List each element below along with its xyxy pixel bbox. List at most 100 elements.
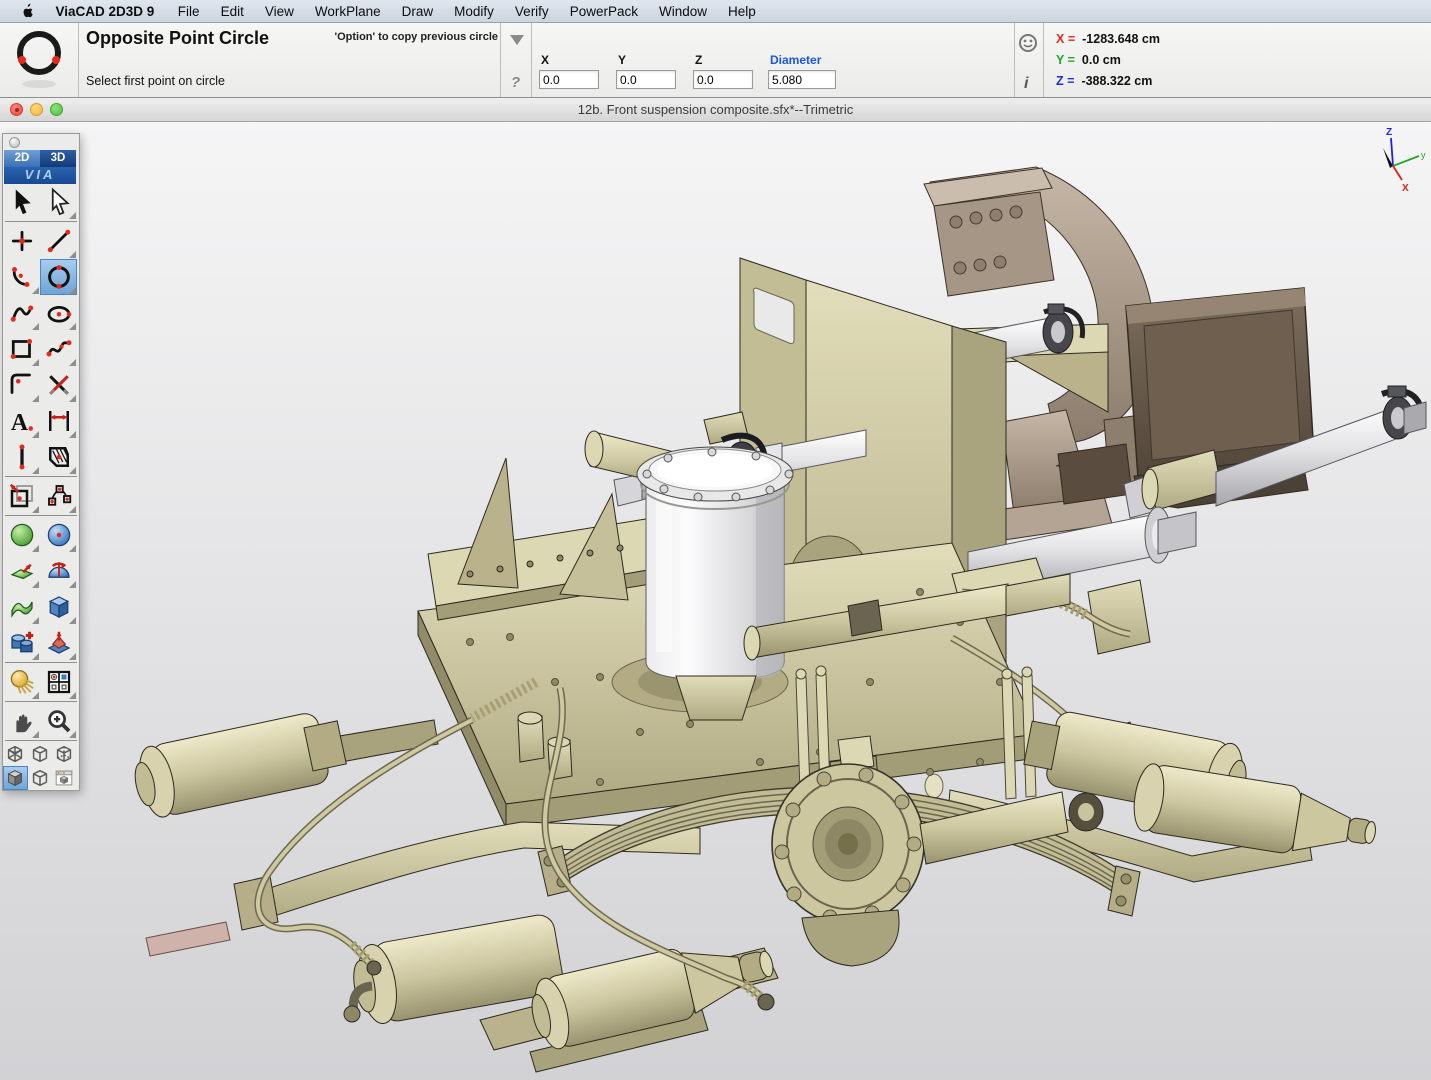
tool-select[interactable] bbox=[3, 184, 40, 220]
view-hidden-line[interactable] bbox=[28, 742, 53, 766]
tab-3d[interactable]: 3D bbox=[40, 150, 76, 167]
flyout-indicator bbox=[32, 359, 39, 366]
palette-header bbox=[3, 134, 79, 150]
palette-divider bbox=[5, 476, 77, 477]
apple-menu[interactable] bbox=[10, 3, 45, 20]
help-icon[interactable]: ? bbox=[511, 74, 520, 91]
diameter-input[interactable] bbox=[768, 70, 836, 89]
zoom-button[interactable] bbox=[50, 103, 63, 116]
close-button[interactable] bbox=[10, 103, 23, 116]
tool-select-open[interactable] bbox=[40, 184, 77, 220]
menu-view[interactable]: View bbox=[254, 4, 304, 19]
flyout-indicator bbox=[69, 653, 76, 660]
separator bbox=[1014, 23, 1015, 97]
coord-z-axis: Z bbox=[1056, 74, 1064, 88]
tool-sphere-green[interactable] bbox=[3, 517, 40, 553]
tool-pan[interactable] bbox=[3, 703, 40, 739]
view-render-window[interactable] bbox=[52, 766, 77, 790]
palette-close-icon[interactable] bbox=[9, 137, 20, 148]
menu-verify[interactable]: Verify bbox=[504, 4, 559, 19]
view-shaded[interactable] bbox=[3, 766, 28, 790]
tool-text[interactable]: A bbox=[3, 403, 40, 439]
flyout-indicator bbox=[32, 617, 39, 624]
tool-conic-curve[interactable] bbox=[3, 295, 40, 331]
menu-powerpack[interactable]: PowerPack bbox=[559, 4, 648, 19]
menu-modify[interactable]: Modify bbox=[444, 4, 505, 19]
menu-help[interactable]: Help bbox=[717, 4, 766, 19]
tool-boolean-subtract[interactable] bbox=[40, 625, 77, 661]
menu-draw[interactable]: Draw bbox=[391, 4, 444, 19]
tool-edit-points[interactable] bbox=[40, 478, 77, 514]
tab-2d[interactable]: 2D bbox=[4, 150, 40, 167]
tool-move-copy[interactable] bbox=[3, 478, 40, 514]
shaded-cube-icon bbox=[4, 767, 26, 789]
flyout-indicator bbox=[69, 251, 76, 258]
document-title-bar[interactable]: 12b. Front suspension composite.sfx*--Tr… bbox=[0, 98, 1431, 122]
field-label-diameter: Diameter bbox=[770, 53, 821, 67]
coord-x-row: X =-1283.648 cm bbox=[1056, 29, 1160, 50]
view-wireframe[interactable] bbox=[3, 742, 28, 766]
separator bbox=[500, 23, 501, 97]
coord-z-row: Z =-388.322 cm bbox=[1056, 71, 1160, 92]
tool-title: Opposite Point Circle bbox=[86, 28, 269, 49]
view-wireframe-render[interactable] bbox=[28, 766, 53, 790]
tool-arc[interactable] bbox=[3, 259, 40, 295]
t ool-ellipse[interactable] bbox=[40, 295, 77, 331]
palette-divider bbox=[5, 662, 77, 663]
tracking-point-icon[interactable] bbox=[1017, 32, 1039, 54]
flyout-indicator bbox=[69, 323, 76, 330]
front-suspension-3d-model: Z y X bbox=[0, 122, 1431, 1080]
tool-fillet-corner[interactable] bbox=[3, 367, 40, 403]
flyout-indicator bbox=[69, 506, 76, 513]
tool-line[interactable] bbox=[40, 223, 77, 259]
tool-rectangle[interactable] bbox=[3, 331, 40, 367]
menu-window[interactable]: Window bbox=[648, 4, 717, 19]
tool-hatch[interactable] bbox=[40, 439, 77, 475]
tool-viewport-layout[interactable] bbox=[40, 664, 77, 700]
flyout-indicator bbox=[69, 731, 76, 738]
viewport-3d[interactable]: Z y X bbox=[0, 122, 1431, 1080]
tool-dimension[interactable] bbox=[40, 403, 77, 439]
info-icon[interactable]: i bbox=[1024, 75, 1028, 93]
tool-zoom[interactable] bbox=[40, 703, 77, 739]
palette-divider bbox=[5, 221, 77, 222]
tool-revolve[interactable] bbox=[40, 553, 77, 589]
flyout-indicator bbox=[32, 731, 39, 738]
tool-sphere-blue[interactable] bbox=[40, 517, 77, 553]
y-input[interactable] bbox=[616, 70, 676, 89]
flyout-indicator bbox=[69, 431, 76, 438]
tool-loft-surface[interactable] bbox=[3, 589, 40, 625]
view-hidden-dashed[interactable] bbox=[52, 742, 77, 766]
tool-segment[interactable] bbox=[3, 439, 40, 475]
separator bbox=[531, 23, 532, 97]
hidden-line-cube-icon bbox=[29, 743, 51, 765]
render-window-icon bbox=[53, 767, 75, 789]
menu-bar: ViaCAD 2D3D 9 File Edit View WorkPlane D… bbox=[0, 0, 1431, 23]
menu-file[interactable]: File bbox=[167, 4, 210, 19]
tool-circle-opposite-point[interactable] bbox=[40, 259, 77, 295]
flyout-indicator bbox=[32, 581, 39, 588]
flyout-indicator bbox=[32, 467, 39, 474]
coord-y-row: Y =0.0 cm bbox=[1056, 50, 1160, 71]
tool-boolean-add[interactable] bbox=[3, 625, 40, 661]
tool-spline[interactable] bbox=[40, 331, 77, 367]
tool-trim[interactable] bbox=[40, 367, 77, 403]
flyout-indicator bbox=[32, 287, 39, 294]
menu-edit[interactable]: Edit bbox=[210, 4, 254, 19]
opposite-point-circle-icon bbox=[9, 27, 69, 93]
minimize-button[interactable] bbox=[30, 103, 43, 116]
z-input[interactable] bbox=[693, 70, 753, 89]
flyout-indicator bbox=[32, 692, 39, 699]
wireframe-cube-icon bbox=[4, 743, 26, 765]
tool-point[interactable] bbox=[3, 223, 40, 259]
menu-workplane[interactable]: WorkPlane bbox=[304, 4, 391, 19]
tool-prompt: Select first point on circle bbox=[86, 74, 225, 88]
tool-cube-solid[interactable] bbox=[40, 589, 77, 625]
x-input[interactable] bbox=[539, 70, 599, 89]
flyout-indicator bbox=[69, 212, 76, 219]
tool-options-dropdown-icon[interactable] bbox=[510, 35, 524, 45]
apple-icon bbox=[19, 3, 34, 20]
tool-extrude[interactable] bbox=[3, 553, 40, 589]
tool-render-options[interactable] bbox=[3, 664, 40, 700]
menu-app-name[interactable]: ViaCAD 2D3D 9 bbox=[45, 4, 167, 19]
